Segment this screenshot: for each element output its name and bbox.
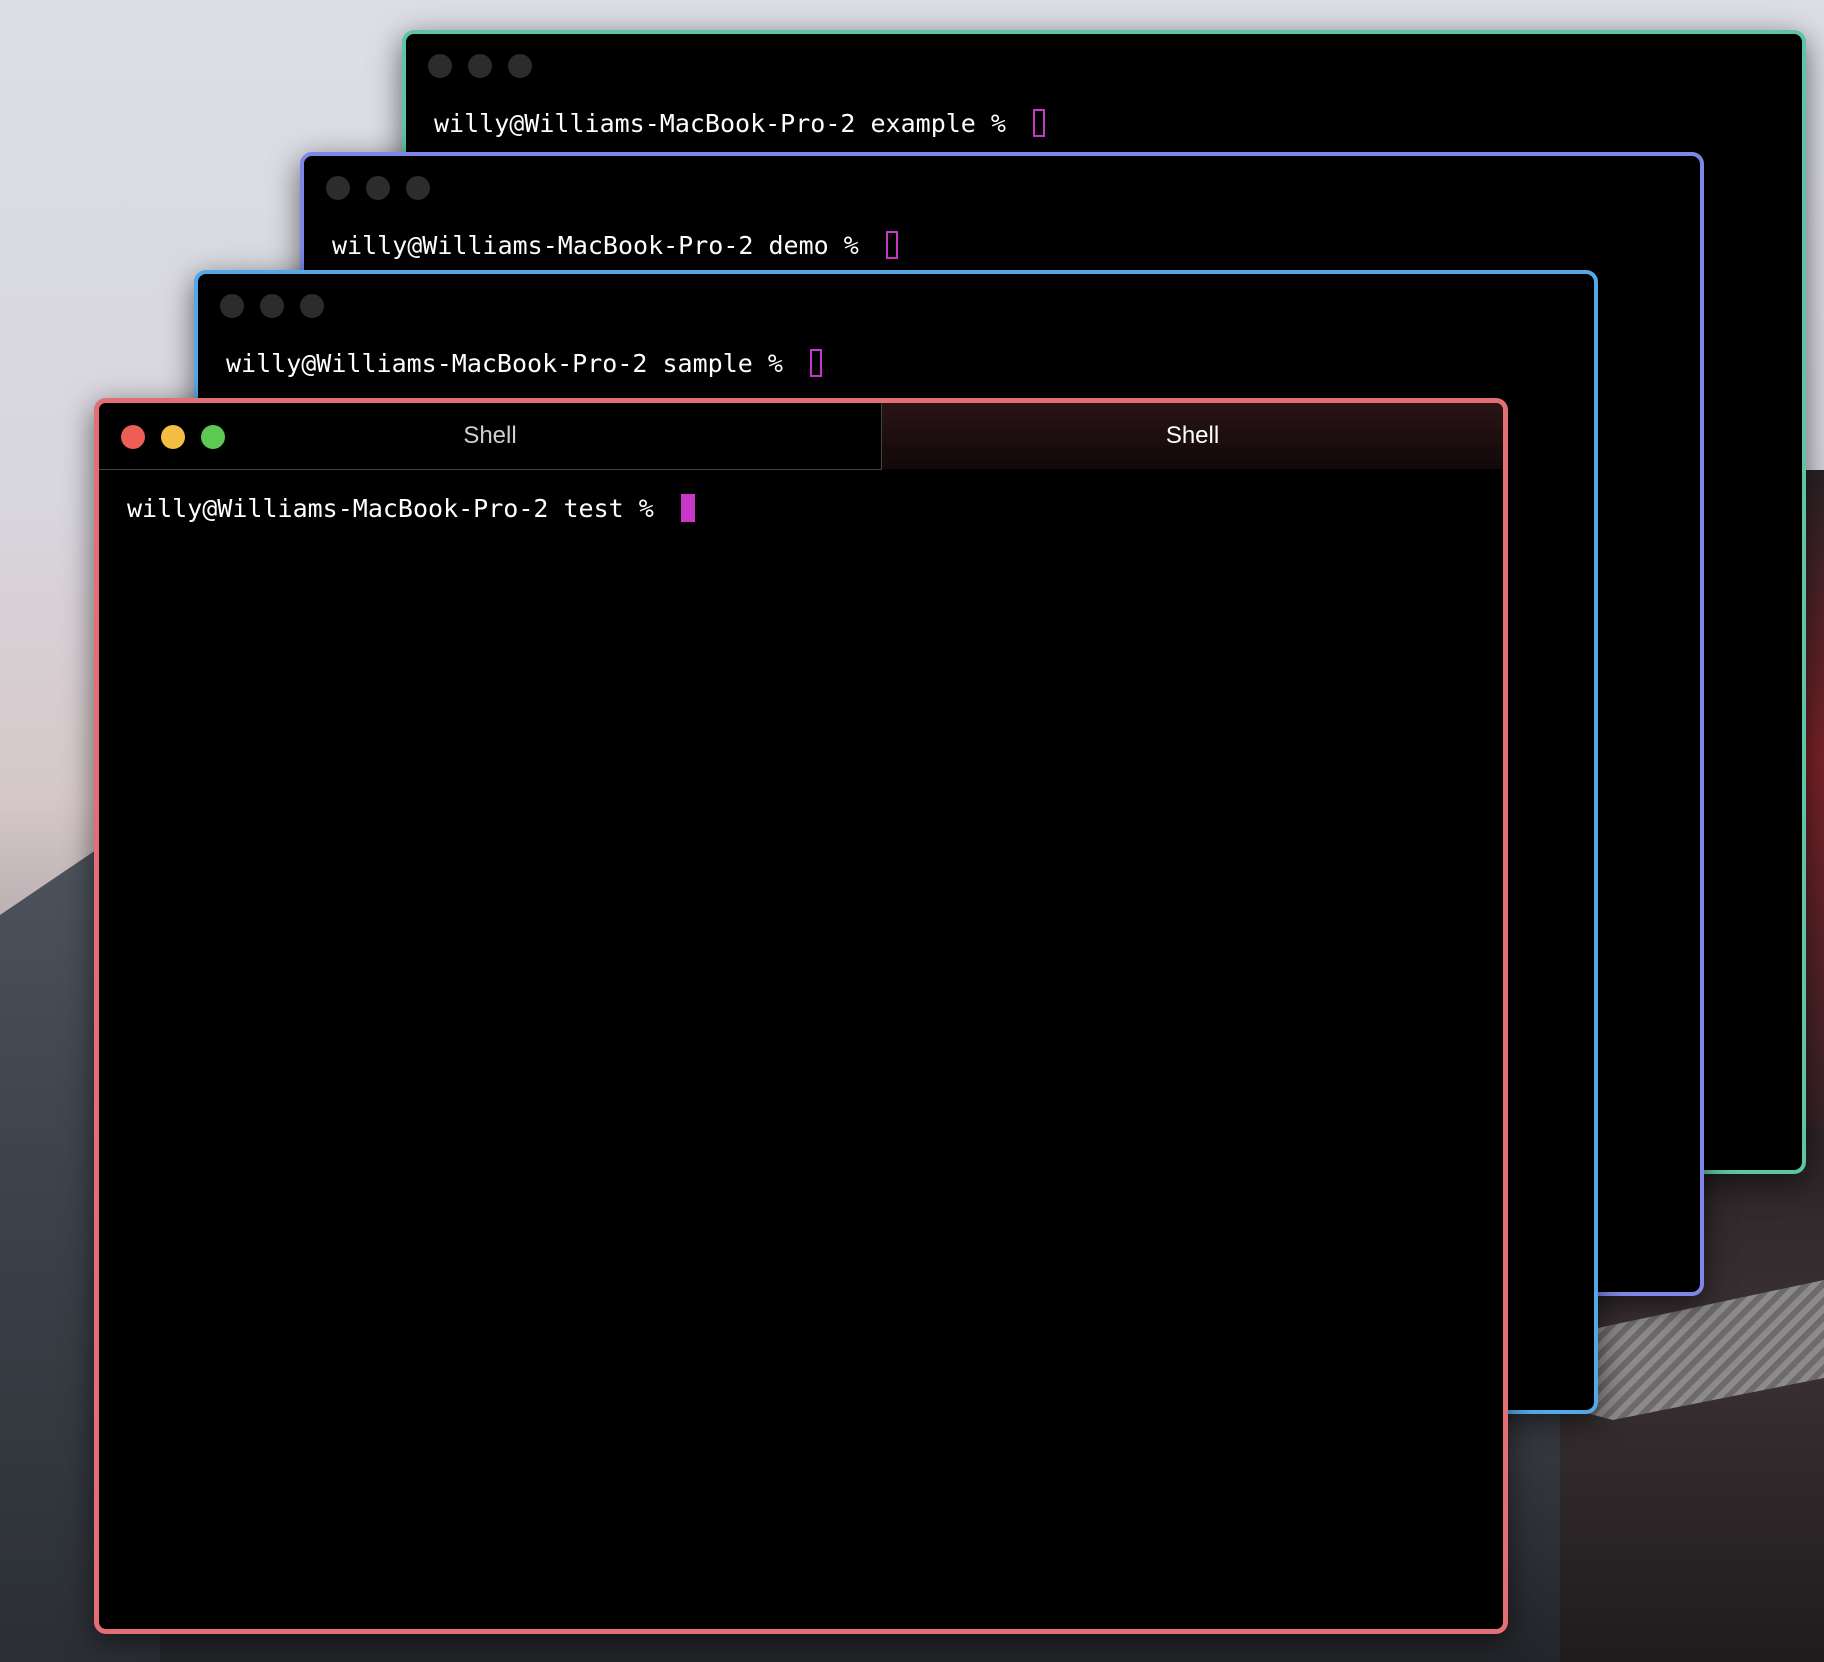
terminal-prompt[interactable]: willy@Williams-MacBook-Pro-2 demo % (332, 231, 898, 260)
terminal-prompt[interactable]: willy@Williams-MacBook-Pro-2 example % (434, 109, 1045, 138)
tab-label: Shell (463, 422, 517, 449)
window-controls (326, 176, 430, 200)
terminal-prompt[interactable]: willy@Williams-MacBook-Pro-2 test % (127, 494, 695, 523)
prompt-text: willy@Williams-MacBook-Pro-2 example % (434, 109, 1021, 138)
prompt-text: willy@Williams-MacBook-Pro-2 sample % (226, 349, 798, 378)
minimize-icon[interactable] (468, 54, 492, 78)
terminal-prompt[interactable]: willy@Williams-MacBook-Pro-2 sample % (226, 349, 822, 378)
terminal-window-test[interactable]: Shell Shell willy@Williams-MacBook-Pro-2… (94, 398, 1508, 1634)
tab-bar: Shell Shell (99, 403, 1503, 470)
minimize-icon[interactable] (260, 294, 284, 318)
prompt-text: willy@Williams-MacBook-Pro-2 demo % (332, 231, 874, 260)
cursor (1033, 109, 1045, 137)
zoom-icon[interactable] (406, 176, 430, 200)
close-icon[interactable] (220, 294, 244, 318)
window-controls (428, 54, 532, 78)
tab-shell-2[interactable]: Shell (882, 403, 1503, 469)
zoom-icon[interactable] (201, 425, 225, 449)
close-icon[interactable] (428, 54, 452, 78)
window-controls (121, 425, 225, 449)
minimize-icon[interactable] (366, 176, 390, 200)
minimize-icon[interactable] (161, 425, 185, 449)
titlebar[interactable] (304, 156, 1700, 220)
close-icon[interactable] (326, 176, 350, 200)
titlebar[interactable] (406, 34, 1802, 98)
zoom-icon[interactable] (508, 54, 532, 78)
tab-label: Shell (1165, 422, 1220, 449)
zoom-icon[interactable] (300, 294, 324, 318)
cursor (809, 349, 822, 377)
cursor (680, 494, 695, 522)
cursor (885, 231, 898, 259)
window-controls (220, 294, 324, 318)
titlebar[interactable] (198, 274, 1594, 338)
close-icon[interactable] (121, 425, 145, 449)
prompt-text: willy@Williams-MacBook-Pro-2 test % (127, 494, 669, 523)
